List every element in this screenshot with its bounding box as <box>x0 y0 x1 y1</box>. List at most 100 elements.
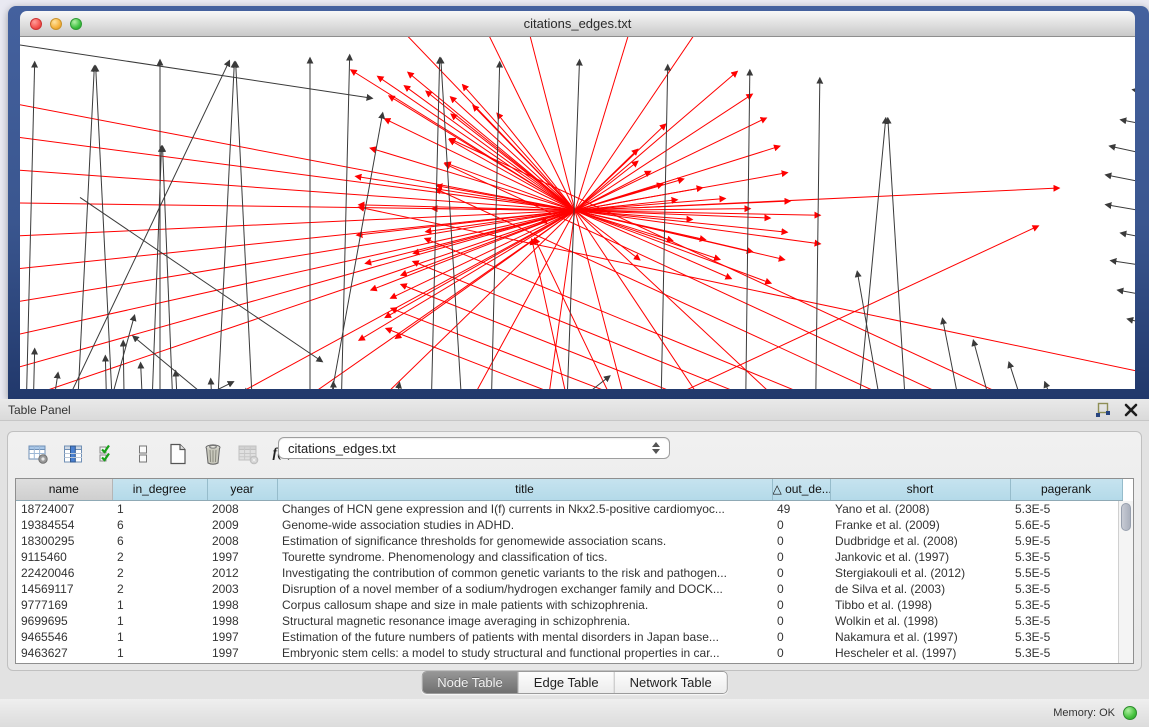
node-table: namein_degreeyeartitle△ out_de...shortpa… <box>15 478 1134 664</box>
column-header-out_de[interactable]: △ out_de... <box>772 479 830 500</box>
table-row[interactable]: 1938455462009Genome-wide association stu… <box>16 517 1122 533</box>
minimize-window-icon[interactable] <box>50 18 62 30</box>
table-scrollbar-thumb[interactable] <box>1121 503 1131 531</box>
graph-edge[interactable] <box>1106 175 1135 188</box>
select-columns-icon[interactable] <box>61 442 85 466</box>
graph-edge[interactable] <box>80 382 233 389</box>
network-select-dropdown[interactable]: citations_edges.txt <box>278 437 670 459</box>
graph-edge[interactable] <box>575 210 640 389</box>
graph-edge[interactable] <box>575 210 771 283</box>
graph-edge[interactable] <box>75 66 94 389</box>
graph-edge[interactable] <box>20 202 575 210</box>
graph-edge[interactable] <box>973 340 1005 389</box>
graph-edge[interactable] <box>1121 233 1135 243</box>
graph-edge[interactable] <box>385 119 575 211</box>
graph-edge[interactable] <box>25 62 35 389</box>
column-header-pagerank[interactable]: pagerank <box>1010 479 1122 500</box>
graph-edge[interactable] <box>20 210 575 342</box>
column-header-short[interactable]: short <box>830 479 1010 500</box>
graph-edge[interactable] <box>575 188 1059 210</box>
table-scrollbar[interactable] <box>1118 501 1133 663</box>
graph-edge[interactable] <box>401 284 840 389</box>
graph-edge[interactable] <box>540 226 1038 389</box>
close-window-icon[interactable] <box>30 18 42 30</box>
table-panel-title: Table Panel <box>0 403 71 417</box>
graph-edge[interactable] <box>133 336 280 389</box>
graph-edge[interactable] <box>211 379 215 389</box>
graph-edge[interactable] <box>95 315 135 389</box>
graph-edge[interactable] <box>425 238 960 389</box>
graph-edge[interactable] <box>470 37 575 210</box>
column-header-year[interactable]: year <box>207 479 277 500</box>
window-title: citations_edges.txt <box>20 16 1135 31</box>
graph-edge[interactable] <box>745 70 750 389</box>
graph-edge[interactable] <box>1133 90 1135 97</box>
graph-edge[interactable] <box>1045 382 1075 389</box>
network-canvas[interactable] <box>20 37 1135 389</box>
graph-edge[interactable] <box>80 197 322 361</box>
graph-edge[interactable] <box>575 37 720 210</box>
memory-status-icon[interactable] <box>1123 706 1137 720</box>
graph-edge[interactable] <box>451 114 575 210</box>
graph-edge[interactable] <box>163 146 175 389</box>
graph-edge[interactable] <box>575 161 638 210</box>
graph-edge[interactable] <box>535 238 640 389</box>
table-settings-icon[interactable] <box>26 442 50 466</box>
column-header-in_degree[interactable]: in_degree <box>112 479 207 500</box>
graph-edge[interactable] <box>888 118 908 389</box>
graph-edge[interactable] <box>1009 362 1040 389</box>
graph-edge[interactable] <box>943 319 970 389</box>
graph-edge[interactable] <box>45 373 58 389</box>
graph-edge[interactable] <box>1110 146 1135 159</box>
column-header-name[interactable]: name <box>16 479 112 500</box>
float-panel-icon[interactable] <box>1095 402 1111 418</box>
graph-edge[interactable] <box>40 61 229 389</box>
tab-edge-table[interactable]: Edge Table <box>519 672 615 693</box>
select-all-icon[interactable] <box>96 442 120 466</box>
graph-edge[interactable] <box>1106 205 1135 216</box>
graph-edge[interactable] <box>575 94 752 210</box>
table-row[interactable]: 1872400712008Changes of HCN gene express… <box>16 500 1122 517</box>
delete-table-icon[interactable] <box>236 442 260 466</box>
graph-edge[interactable] <box>20 45 372 98</box>
zoom-window-icon[interactable] <box>70 18 82 30</box>
close-panel-icon[interactable] <box>1123 402 1139 418</box>
table-tabs: Node Table Edge Table Network Table <box>421 671 728 694</box>
table-row[interactable]: 946554611997Estimation of the future num… <box>16 629 1122 645</box>
graph-edge[interactable] <box>575 72 737 211</box>
graph-edge[interactable] <box>575 118 766 211</box>
window-titlebar[interactable]: citations_edges.txt <box>20 11 1135 37</box>
column-header-title[interactable]: title <box>277 479 772 500</box>
graph-edge[interactable] <box>490 62 500 389</box>
graph-edge[interactable] <box>451 97 575 211</box>
tab-network-table[interactable]: Network Table <box>615 672 727 693</box>
table-row[interactable]: 969969511998Structural magnetic resonanc… <box>16 613 1122 629</box>
delete-icon[interactable] <box>201 442 225 466</box>
graph-edge[interactable] <box>463 85 575 211</box>
table-row[interactable]: 977716911998Corpus callosum shape and si… <box>16 597 1122 613</box>
graph-edge[interactable] <box>1121 120 1135 130</box>
graph-edge[interactable] <box>815 78 820 389</box>
tab-node-table[interactable]: Node Table <box>422 672 519 693</box>
table-row[interactable]: 946362711997Embryonic stem cells: a mode… <box>16 645 1122 661</box>
graph-edge[interactable] <box>532 239 580 389</box>
graph-edge[interactable] <box>413 261 900 389</box>
new-file-icon[interactable] <box>166 442 190 466</box>
graph-edge[interactable] <box>408 72 575 210</box>
row-checkboxes-icon[interactable] <box>131 442 155 466</box>
table-row[interactable]: 2242004622012Investigating the contribut… <box>16 565 1122 581</box>
table-row[interactable]: 1456911722003Disruption of a novel membe… <box>16 581 1122 597</box>
graph-edge[interactable] <box>32 349 35 389</box>
graph-edge[interactable] <box>450 139 1135 389</box>
table-row[interactable]: 1830029562008Estimation of significance … <box>16 533 1122 549</box>
graph-edge[interactable] <box>141 363 145 389</box>
graph-edge[interactable] <box>1111 261 1135 270</box>
graph-edge[interactable] <box>220 210 575 389</box>
graph-edge[interactable] <box>215 62 234 389</box>
graph-edge[interactable] <box>105 356 108 389</box>
table-row[interactable]: 911546021997Tourette syndrome. Phenomeno… <box>16 549 1122 565</box>
graph-edge[interactable] <box>1128 319 1135 330</box>
graph-edge[interactable] <box>575 210 740 389</box>
graph-edge[interactable] <box>1118 290 1135 300</box>
graph-edge[interactable] <box>123 341 125 389</box>
